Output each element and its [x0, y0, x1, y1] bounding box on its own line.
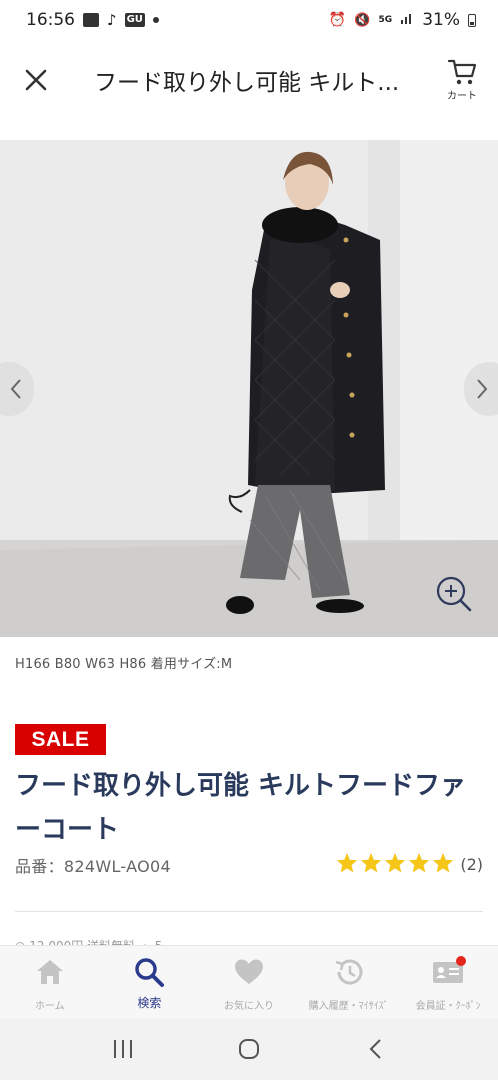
cart-label: カート	[447, 91, 477, 102]
cart-icon	[447, 59, 477, 85]
zoom-button[interactable]	[432, 572, 476, 616]
status-time: 16:56	[26, 10, 75, 30]
back-button[interactable]	[345, 1024, 405, 1074]
mute-icon: 🔇	[354, 12, 371, 28]
back-chevron-icon	[369, 1039, 381, 1059]
history-icon	[335, 959, 363, 985]
product-image-gallery[interactable]	[0, 140, 498, 637]
network-label: 5G	[378, 14, 393, 25]
nav-label-home: ホーム	[34, 1001, 65, 1012]
section-divider	[15, 911, 483, 912]
rating-link[interactable]: (2)	[336, 852, 483, 877]
product-title: フード取り外し可能 キルトフードファーコート	[15, 771, 467, 845]
gallery-notification-icon	[83, 13, 99, 27]
nav-item-favorites[interactable]: お気に入り	[199, 946, 299, 1018]
notification-dot	[456, 956, 467, 966]
star-icon	[360, 852, 382, 877]
star-icon	[408, 852, 430, 877]
product-code: 品番：824WL-AO04	[15, 856, 171, 876]
status-bar: 16:56 ♪ GU ⏰ 🔇 5G 31%	[0, 0, 498, 40]
page-title: フード取り外し可能 キルト...	[94, 70, 400, 96]
battery-icon	[468, 13, 476, 27]
product-meta-row: 品番：824WL-AO04 (2)	[15, 852, 483, 877]
zoom-in-icon	[436, 576, 472, 612]
signal-icon	[400, 10, 414, 30]
nav-item-history[interactable]: 購入履歴・ﾏｲｻｲｽﾞ	[299, 946, 399, 1018]
home-icon	[36, 960, 63, 984]
system-navigation-bar	[0, 1018, 498, 1080]
star-icon	[384, 852, 406, 877]
recent-apps-button[interactable]	[93, 1024, 153, 1074]
model-size-info: H166 B80 W63 H86 着用サイズ:M	[15, 657, 233, 672]
more-notifications-icon	[152, 17, 159, 23]
nav-label-member: 会員証・ｸｰﾎﾟﾝ	[415, 1001, 481, 1012]
review-count: (2)	[460, 855, 483, 874]
cart-button[interactable]: カート	[428, 44, 496, 116]
battery-percent: 31%	[422, 10, 460, 30]
tiktok-notification-icon: ♪	[107, 11, 117, 29]
close-icon	[25, 69, 47, 91]
recent-apps-icon	[114, 1040, 132, 1058]
sale-badge: SALE	[15, 724, 106, 755]
product-photo	[0, 140, 498, 637]
search-icon	[135, 958, 165, 987]
nav-label-favorites: お気に入り	[223, 1001, 274, 1012]
close-button[interactable]	[0, 44, 72, 116]
nav-label-history: 購入履歴・ﾏｲｻｲｽﾞ	[308, 1001, 389, 1012]
app-header: フード取り外し可能 キルト... カート	[0, 40, 498, 120]
nav-label-search: 検索	[137, 996, 162, 1010]
nav-item-member[interactable]: 会員証・ｸｰﾎﾟﾝ	[398, 946, 498, 1018]
nav-item-search[interactable]: 検索	[100, 946, 200, 1018]
star-icon	[336, 852, 358, 877]
heart-icon	[234, 959, 263, 984]
star-icon	[432, 852, 454, 877]
bottom-navigation: ホーム 検索 お気に入り 購入履歴・ﾏｲｻｲｽﾞ 会員証・ｸｰﾎﾟﾝ	[0, 945, 498, 1018]
chevron-left-icon	[10, 379, 21, 399]
nav-item-home[interactable]: ホーム	[0, 946, 100, 1018]
chevron-right-icon	[477, 379, 488, 399]
gu-notification-icon: GU	[124, 13, 145, 27]
home-circle-icon	[239, 1039, 259, 1059]
home-system-button[interactable]	[219, 1024, 279, 1074]
alarm-icon: ⏰	[328, 12, 347, 28]
